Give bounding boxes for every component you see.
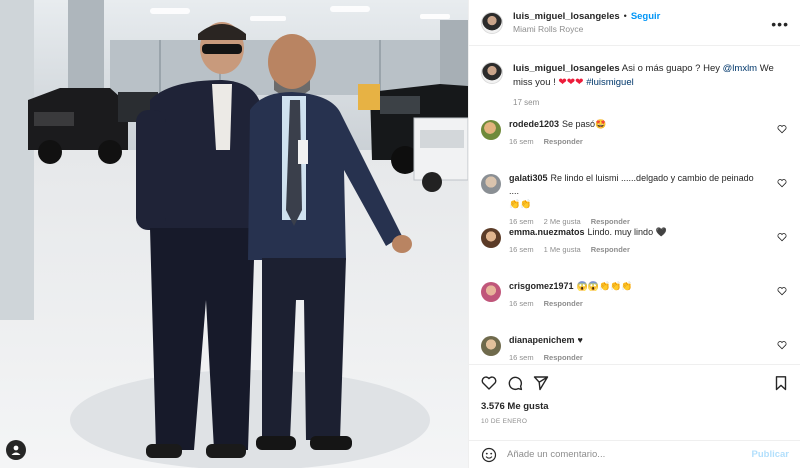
comment-username[interactable]: emma.nuezmatos <box>509 227 585 237</box>
like-comment-heart-icon[interactable] <box>777 178 787 188</box>
comment-likes[interactable]: 2 Me gusta <box>544 217 581 226</box>
post-location[interactable]: Miami Rolls Royce <box>513 23 660 36</box>
comment-input[interactable] <box>507 449 727 460</box>
comment-username[interactable]: galati305 <box>509 173 548 183</box>
separator-dot: • <box>623 10 627 21</box>
instagram-post-modal: luis_miguel_losangeles • Seguir Miami Ro… <box>0 0 800 468</box>
caption-hearts: ❤❤❤ <box>558 77 584 88</box>
reply-button[interactable]: Responder <box>544 299 583 308</box>
comment-text-continued: 👏👏 <box>509 199 532 209</box>
comment-time: 16 sem <box>509 353 534 362</box>
reply-button[interactable]: Responder <box>591 217 630 226</box>
caption-author-avatar[interactable] <box>481 62 503 84</box>
like-comment-heart-icon[interactable] <box>777 232 787 242</box>
caption-text: Asi o más guapo ? Hey <box>621 63 721 74</box>
post-actions: 3.576 Me gusta 10 DE ENERO <box>469 364 800 425</box>
more-options-icon[interactable]: ••• <box>771 16 789 32</box>
like-comment-heart-icon[interactable] <box>777 340 787 350</box>
comment-text: Lindo. muy lindo 🖤 <box>587 227 667 237</box>
reply-button[interactable]: Responder <box>544 137 583 146</box>
post-photo[interactable] <box>0 0 468 468</box>
publish-button[interactable]: Publicar <box>752 449 790 460</box>
emoji-icon[interactable] <box>481 447 497 463</box>
comment-username[interactable]: crisgomez1971 <box>509 281 574 291</box>
comment-text: ♥ <box>577 335 583 345</box>
commenter-avatar[interactable] <box>481 120 501 140</box>
comment-item: crisgomez1971 😱😱👏👏👏 16 sem Responder <box>481 280 791 334</box>
add-comment-bar: Publicar <box>469 440 800 468</box>
commenter-avatar[interactable] <box>481 282 501 302</box>
post-caption: luis_miguel_losangeles Asi o más guapo ?… <box>481 62 786 110</box>
reply-button[interactable]: Responder <box>591 245 630 254</box>
share-send-icon[interactable] <box>533 375 549 391</box>
comment-text: Se pasó🤩 <box>562 119 607 129</box>
author-username[interactable]: luis_miguel_losangeles <box>513 10 620 23</box>
tagged-user-icon[interactable] <box>6 440 26 460</box>
bookmark-save-icon[interactable] <box>773 375 789 391</box>
like-comment-heart-icon[interactable] <box>777 286 787 296</box>
comment-item: galati305 Re lindo el luismi ......delgad… <box>481 172 791 226</box>
commenter-avatar[interactable] <box>481 336 501 356</box>
post-header: luis_miguel_losangeles • Seguir Miami Ro… <box>469 0 800 46</box>
comment-time: 16 sem <box>509 137 534 146</box>
post-date: 10 DE ENERO <box>481 418 528 425</box>
comment-likes[interactable]: 1 Me gusta <box>544 245 581 254</box>
caption-hashtag[interactable]: #luismiguel <box>586 77 634 88</box>
comment-username[interactable]: dianapenichem <box>509 335 575 345</box>
comment-item: rodede1203 Se pasó🤩 16 sem Responder <box>481 118 791 172</box>
caption-timestamp: 17 sem <box>513 98 540 107</box>
reply-button[interactable]: Responder <box>544 353 583 362</box>
author-avatar[interactable] <box>481 11 503 34</box>
comment-bubble-icon[interactable] <box>507 375 523 391</box>
commenter-avatar[interactable] <box>481 228 501 248</box>
post-side-panel: luis_miguel_losangeles • Seguir Miami Ro… <box>468 0 800 468</box>
comment-time: 16 sem <box>509 217 534 226</box>
showroom-photo-image <box>0 0 468 468</box>
like-heart-icon[interactable] <box>481 375 497 391</box>
comment-time: 16 sem <box>509 245 534 254</box>
follow-button[interactable]: Seguir <box>631 10 661 23</box>
comment-item: emma.nuezmatos Lindo. muy lindo 🖤 16 sem 1… <box>481 226 791 280</box>
comment-username[interactable]: rodede1203 <box>509 119 559 129</box>
comment-time: 16 sem <box>509 299 534 308</box>
likes-count[interactable]: 3.576 Me gusta <box>481 401 789 412</box>
comment-text: 😱😱👏👏👏 <box>576 281 633 291</box>
commenter-avatar[interactable] <box>481 174 501 194</box>
caption-username[interactable]: luis_miguel_losangeles <box>513 63 620 74</box>
caption-mention[interactable]: @lmxlm <box>723 63 757 74</box>
like-comment-heart-icon[interactable] <box>777 124 787 134</box>
comments-list: rodede1203 Se pasó🤩 16 sem Responder galat… <box>481 118 791 388</box>
